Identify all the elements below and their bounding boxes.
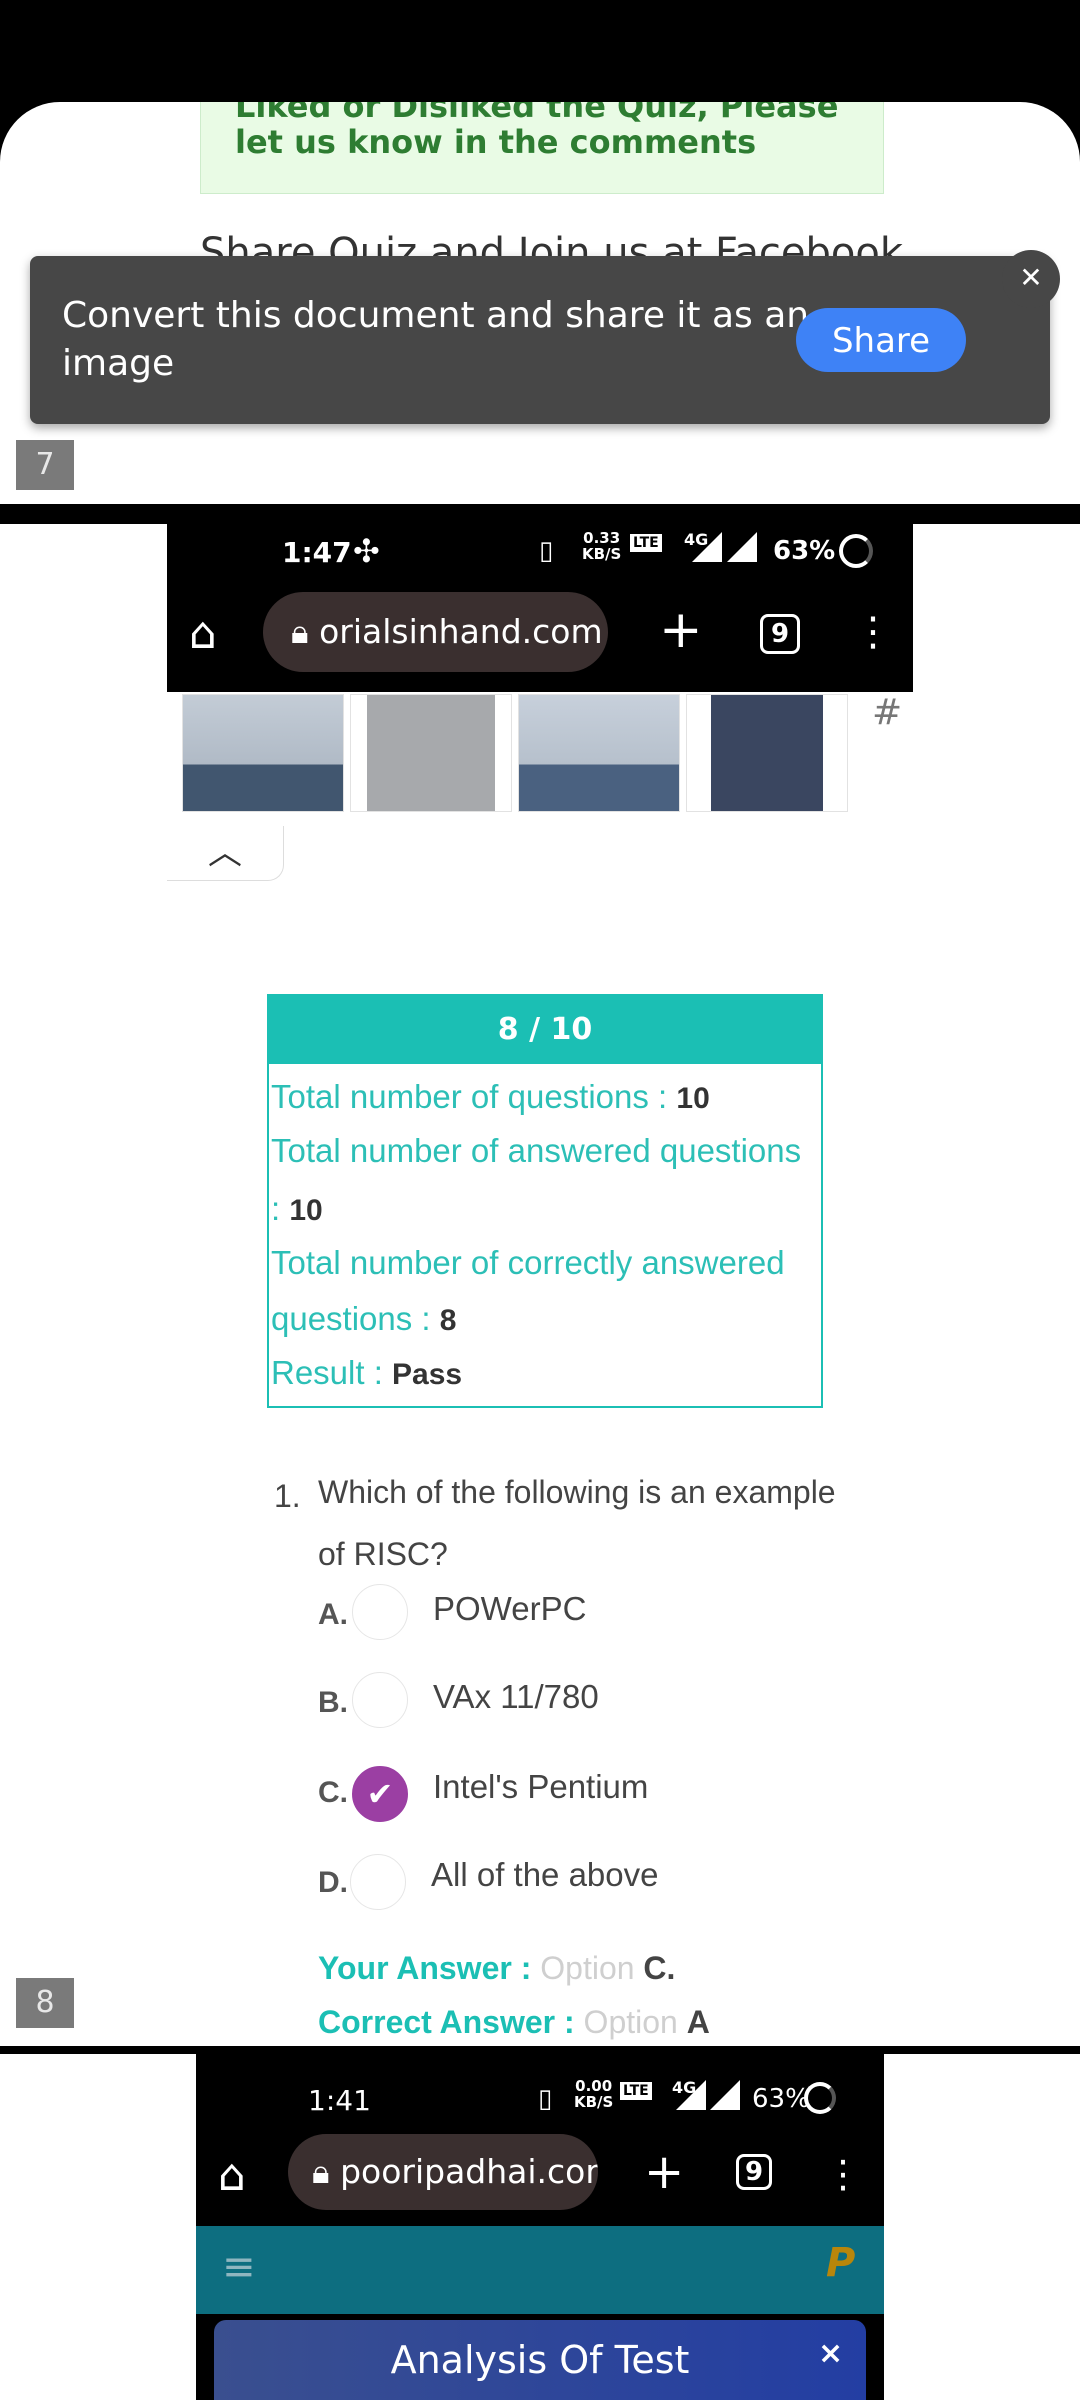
url-bar-3[interactable]: 🔒︎ pooripadhai.com (288, 2134, 598, 2210)
your-answer-line: Your Answer : Option C. (318, 1950, 676, 1986)
site-app-bar: ≡ P (196, 2226, 884, 2314)
analysis-title: Analysis Of Test (390, 2338, 690, 2382)
home-icon[interactable]: ⌂ (189, 612, 217, 656)
battery-percent-3: 63% (752, 2084, 810, 2114)
battery-percent: 63% (773, 536, 836, 566)
network-speed-3: 0.00 KB/S (574, 2077, 614, 2111)
url-text-3: pooripadhai.com (340, 2152, 598, 2191)
toast-message: Convert this document and share it as an… (62, 295, 810, 384)
option-c-letter: C. (318, 1776, 348, 1809)
correct-answered-value: questions : 8 (271, 1300, 457, 1337)
close-icon[interactable]: ✕ (1002, 250, 1060, 308)
signal-icon-2 (727, 532, 757, 562)
volte-icon: LTE (630, 534, 662, 552)
analysis-modal-header: Analysis Of Test × (214, 2320, 866, 2400)
option-b-letter: B. (318, 1686, 348, 1719)
page-number-badge: 7 (16, 440, 74, 490)
option-d-letter: D. (318, 1866, 348, 1899)
battery-ring-icon-3 (804, 2082, 836, 2114)
site-logo[interactable]: P (826, 2240, 855, 2286)
collapse-ad-button[interactable]: ︿ (167, 826, 284, 881)
url-bar[interactable]: 🔒︎ orialsinhand.com (263, 592, 608, 672)
option-c-radio-checked[interactable]: ✔ (352, 1766, 408, 1822)
network-speed: 0.33 KB/S (582, 529, 622, 563)
vibrate-icon: ▯ (539, 536, 554, 566)
phone-status-and-toolbar: 1:47 ✣ ▯ 0.33 KB/S LTE 4G 63% ⌂ 🔒︎ orial… (167, 508, 913, 692)
vibrate-icon-3: ▯ (538, 2084, 553, 2114)
signal-icon-3b (710, 2080, 740, 2110)
home-icon-3[interactable]: ⌂ (218, 2154, 246, 2198)
product-thumb-2[interactable] (350, 694, 512, 812)
answered-questions-value: : 10 (271, 1190, 323, 1227)
question-text-line-2: of RISC? (318, 1536, 448, 1572)
new-tab-icon[interactable]: + (659, 604, 703, 656)
product-thumb-1[interactable] (182, 694, 344, 812)
checkmark-icon: ✔ (366, 1775, 394, 1813)
option-b-radio[interactable] (352, 1672, 408, 1728)
tab-count-button[interactable]: 9 (760, 614, 800, 654)
option-b-text[interactable]: VAx 11/780 (433, 1678, 599, 1716)
comment-prompt-box: Liked or Disliked the Quiz, Please let u… (200, 102, 884, 194)
question-number: 1. (274, 1478, 301, 1514)
tab-count-button-3[interactable]: 9 (736, 2154, 772, 2190)
signal-icon-3 (676, 2080, 706, 2110)
hamburger-menu-icon[interactable]: ≡ (222, 2244, 256, 2290)
page-number-badge-2: 8 (16, 1978, 74, 2028)
option-c-text[interactable]: Intel's Pentium (433, 1768, 648, 1806)
option-a-letter: A. (318, 1598, 348, 1631)
total-questions-line: Total number of questions : 10 (271, 1078, 710, 1115)
correct-answer-line: Correct Answer : Option A (318, 2004, 710, 2040)
lock-icon: 🔒︎ (291, 612, 309, 651)
product-thumb-3[interactable] (518, 694, 680, 812)
close-icon-analysis[interactable]: × (818, 2336, 843, 2371)
app-notification-icon: ✣ (353, 532, 380, 570)
url-text: orialsinhand.com (319, 612, 603, 651)
correct-answered-line: Total number of correctly answered (271, 1244, 785, 1281)
result-line: Result : Pass (271, 1354, 463, 1391)
more-options-icon[interactable]: ⋮ (853, 610, 893, 654)
comment-prompt-text: Liked or Disliked the Quiz, Please let u… (235, 102, 839, 161)
answered-questions-line: Total number of answered questions (271, 1132, 802, 1169)
score-header: 8 / 10 (269, 996, 821, 1064)
option-a-text[interactable]: POWerPC (433, 1590, 586, 1628)
question-text-line-1: Which of the following is an example (318, 1474, 836, 1510)
battery-ring-icon (839, 534, 873, 568)
option-d-text[interactable]: All of the above (431, 1856, 659, 1894)
share-button[interactable]: Share (796, 308, 966, 372)
share-toast: Convert this document and share it as an… (30, 256, 1050, 424)
ad-switch-logo-icon: # (872, 692, 903, 733)
new-tab-icon-3[interactable]: + (644, 2148, 684, 2196)
signal-icon (692, 532, 722, 562)
chevron-up-icon: ︿ (208, 833, 242, 873)
status-time: 1:47 (282, 536, 352, 569)
product-thumb-4[interactable] (686, 694, 848, 812)
volte-icon-3: LTE (620, 2082, 652, 2100)
option-d-radio[interactable] (350, 1854, 406, 1910)
option-a-radio[interactable] (352, 1584, 408, 1640)
more-options-icon-3[interactable]: ⋮ (824, 2152, 862, 2196)
status-time-3: 1:41 (308, 2084, 371, 2117)
lock-icon-3: 🔒︎ (312, 2152, 330, 2191)
result-card: 8 / 10 Total number of questions : 10 To… (267, 994, 823, 1408)
